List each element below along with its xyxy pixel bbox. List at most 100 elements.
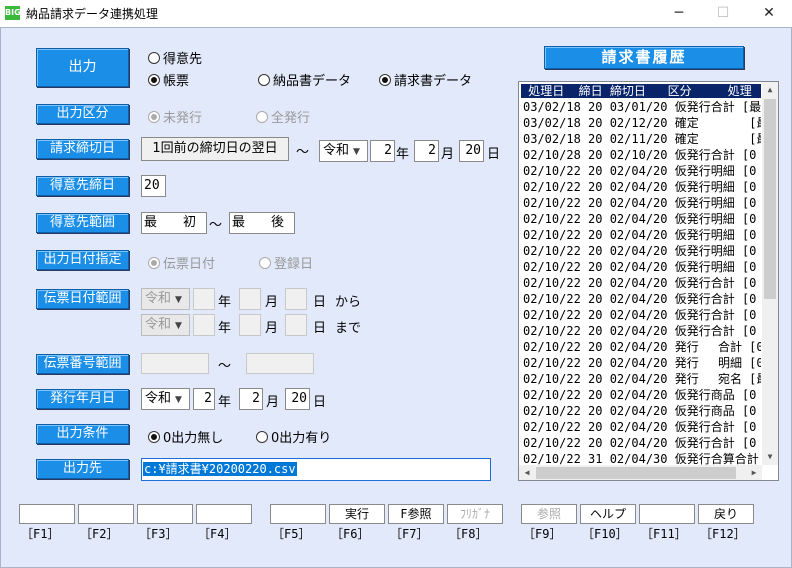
issue-month-field[interactable]: 2: [239, 388, 263, 410]
output-dest-label: 出力先: [36, 459, 129, 479]
history-row[interactable]: 02/10/22 20 02/04/20 仮発行明細 [0: [523, 227, 761, 243]
history-row[interactable]: 02/10/22 20 02/04/20 仮発行明細 [0: [523, 179, 761, 195]
radio-invoice-data[interactable]: 請求書データ: [379, 70, 472, 89]
slip-from-year-unit: 年: [218, 295, 232, 310]
chevron-down-icon: ▼: [353, 147, 360, 157]
issue-year-field[interactable]: 2: [193, 388, 215, 410]
output-date-spec-label: 出力日付指定: [36, 250, 129, 270]
f6-execute-button[interactable]: 実行: [329, 504, 385, 524]
scroll-down-icon[interactable]: ▼: [762, 449, 778, 465]
close-button[interactable]: ✕: [746, 0, 792, 27]
slip-no-tilde: ～: [218, 359, 232, 374]
radio-icon: [256, 431, 268, 443]
customer-closing-field[interactable]: 20: [141, 175, 166, 197]
radio-delivery-data[interactable]: 納品書データ: [258, 70, 351, 89]
chevron-down-icon: ▼: [175, 321, 182, 331]
radio-all-issued: 全発行: [256, 107, 310, 126]
history-row[interactable]: 02/10/22 20 02/04/20 仮発行明細 [0: [523, 211, 761, 227]
radio-icon: [256, 111, 268, 123]
scroll-thumb[interactable]: [764, 99, 776, 299]
scroll-up-icon[interactable]: ▲: [762, 82, 778, 98]
output-button[interactable]: 出力: [36, 48, 129, 87]
history-row[interactable]: 02/10/22 20 02/04/20 仮発行明細 [0: [523, 163, 761, 179]
output-dest-field[interactable]: c:¥請求書¥20200220.csv: [141, 458, 491, 481]
history-row[interactable]: 02/10/22 20 02/04/20 仮発行商品 [0: [523, 403, 761, 419]
slip-to-year: [193, 314, 215, 336]
horizontal-scrollbar[interactable]: ◀ ▶: [519, 465, 762, 480]
f11-button[interactable]: [639, 504, 695, 524]
f2-button[interactable]: [78, 504, 134, 524]
f1-button[interactable]: [19, 504, 75, 524]
history-row[interactable]: 03/02/18 20 02/12/20 確定 [最: [523, 115, 761, 131]
customer-range-label: 得意先範囲: [36, 213, 129, 233]
slip-to-day-unit: 日: [313, 321, 327, 336]
closing-month-unit: 月: [441, 147, 455, 162]
customer-range-to[interactable]: 最 後: [229, 212, 295, 234]
closing-day-field[interactable]: 20: [459, 140, 484, 162]
radio-report[interactable]: 帳票: [148, 70, 189, 89]
issue-era-select[interactable]: 令和 ▼: [141, 388, 190, 410]
issue-month-unit: 月: [266, 395, 280, 410]
maximize-button: ☐: [716, 5, 730, 21]
slip-to-month: [239, 314, 261, 336]
history-row[interactable]: 02/10/22 20 02/04/20 仮発行合計 [0: [523, 291, 761, 307]
f10-help-button[interactable]: ヘルプ: [580, 504, 636, 524]
closing-era-select[interactable]: 令和 ▼: [319, 140, 368, 162]
f5-label: ［F5］: [272, 527, 311, 541]
history-row[interactable]: 02/10/22 20 02/04/20 仮発行合計 [0: [523, 275, 761, 291]
history-row[interactable]: 03/02/18 20 03/01/20 仮発行合計 [最: [523, 99, 761, 115]
f5-button[interactable]: [270, 504, 326, 524]
radio-no-zero-output[interactable]: 0出力無し: [148, 427, 223, 446]
history-row[interactable]: 02/10/22 20 02/04/20 発行 明細 [0: [523, 355, 761, 371]
f4-button[interactable]: [196, 504, 252, 524]
history-row[interactable]: 02/10/22 20 02/04/20 仮発行合計 [0: [523, 307, 761, 323]
slip-to-era-select: 令和 ▼: [141, 314, 190, 336]
f8-furigana-button: ﾌﾘｶﾞﾅ: [447, 504, 503, 524]
issue-date-label: 発行年月日: [36, 389, 129, 409]
closing-month-field[interactable]: 2: [414, 140, 439, 162]
f2-label: ［F2］: [80, 527, 119, 541]
history-row[interactable]: 02/10/22 20 02/04/20 仮発行合計 [0: [523, 323, 761, 339]
radio-registration-date: 登録日: [259, 253, 313, 272]
history-list[interactable]: 処理日 締日 締切日 区分 処理 03/02/18 20 03/01/20 仮発…: [518, 81, 779, 481]
previous-closing-button[interactable]: 1回前の締切日の翌日: [141, 137, 289, 161]
f7-file-ref-button[interactable]: F参照: [388, 504, 444, 524]
history-row[interactable]: 03/02/18 20 02/11/20 確定 [最: [523, 131, 761, 147]
history-row[interactable]: 02/10/22 20 02/04/20 仮発行合計 [0: [523, 435, 761, 451]
radio-icon: [148, 74, 160, 86]
history-row[interactable]: 02/10/22 20 02/04/20 仮発行明細 [0: [523, 259, 761, 275]
closing-date-tilde: ～: [296, 145, 310, 160]
history-row[interactable]: 02/10/22 20 02/04/20 仮発行商品 [0: [523, 387, 761, 403]
radio-icon: [148, 52, 160, 64]
history-row[interactable]: 02/10/28 20 02/10/20 仮発行合計 [0: [523, 147, 761, 163]
scroll-hthumb[interactable]: [536, 467, 736, 479]
customer-range-from[interactable]: 最 初: [141, 212, 207, 234]
closing-year-field[interactable]: 2: [370, 140, 395, 162]
slip-from-day: [285, 288, 307, 310]
slip-from-year: [193, 288, 215, 310]
history-row[interactable]: 02/10/22 20 02/04/20 仮発行合計 [0: [523, 419, 761, 435]
customer-closing-label: 得意先締日: [36, 176, 129, 196]
slip-from-month-unit: 月: [265, 295, 279, 310]
slip-to-year-unit: 年: [218, 321, 232, 336]
vertical-scrollbar[interactable]: ▲ ▼: [762, 82, 778, 465]
scroll-right-icon[interactable]: ▶: [746, 465, 762, 480]
closing-year-unit: 年: [396, 147, 410, 162]
radio-zero-output[interactable]: 0出力有り: [256, 427, 331, 446]
slip-from-suffix: から: [335, 295, 362, 310]
f3-button[interactable]: [137, 504, 193, 524]
radio-customer[interactable]: 得意先: [148, 48, 202, 67]
history-row[interactable]: 02/10/22 20 02/04/20 発行 宛名 [最: [523, 371, 761, 387]
title-bar: BIG 納品請求データ連携処理 ─ ☐ ✕: [0, 0, 792, 27]
f12-label: ［F12］: [700, 527, 746, 541]
scroll-left-icon[interactable]: ◀: [519, 465, 535, 480]
history-row[interactable]: 02/10/22 20 02/04/20 仮発行明細 [0: [523, 243, 761, 259]
f4-label: ［F4］: [198, 527, 237, 541]
minimize-button[interactable]: ─: [656, 0, 702, 27]
slip-from-era-select: 令和 ▼: [141, 288, 190, 310]
f11-label: ［F11］: [641, 527, 687, 541]
f12-back-button[interactable]: 戻り: [698, 504, 754, 524]
issue-day-field[interactable]: 20: [285, 388, 310, 410]
history-row[interactable]: 02/10/22 20 02/04/20 発行 合計 [0: [523, 339, 761, 355]
history-row[interactable]: 02/10/22 20 02/04/20 仮発行明細 [0: [523, 195, 761, 211]
